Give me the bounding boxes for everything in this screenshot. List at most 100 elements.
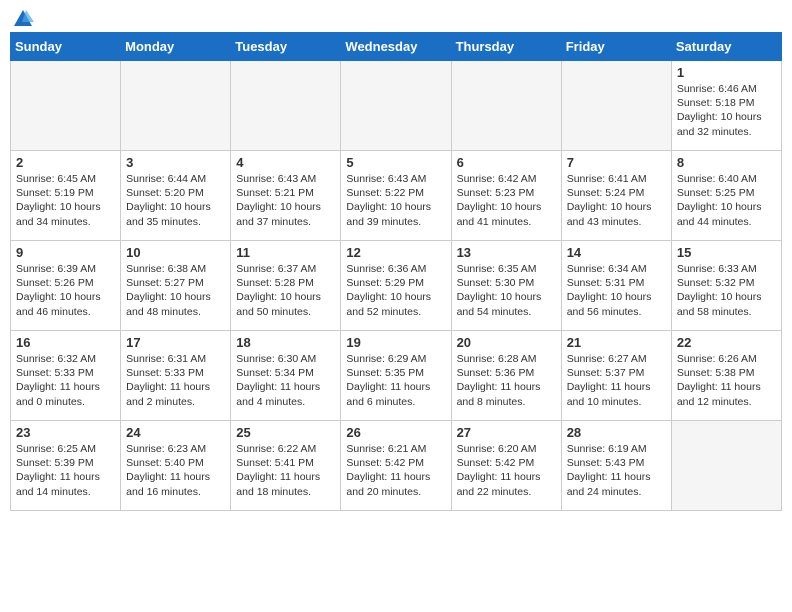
day-number: 12 bbox=[346, 245, 445, 260]
calendar-cell: 7 Sunrise: 6:41 AM Sunset: 5:24 PM Daylig… bbox=[561, 151, 671, 241]
day-info: Sunrise: 6:36 AM Sunset: 5:29 PM Dayligh… bbox=[346, 262, 445, 319]
day-number: 17 bbox=[126, 335, 225, 350]
day-info: Sunrise: 6:20 AM Sunset: 5:42 PM Dayligh… bbox=[457, 442, 556, 499]
day-number: 24 bbox=[126, 425, 225, 440]
weekday-header-saturday: Saturday bbox=[671, 33, 781, 61]
weekday-header-thursday: Thursday bbox=[451, 33, 561, 61]
calendar-cell: 17 Sunrise: 6:31 AM Sunset: 5:33 PM Dayli… bbox=[121, 331, 231, 421]
calendar-cell: 19 Sunrise: 6:29 AM Sunset: 5:35 PM Dayli… bbox=[341, 331, 451, 421]
day-info: Sunrise: 6:40 AM Sunset: 5:25 PM Dayligh… bbox=[677, 172, 776, 229]
calendar-cell bbox=[671, 421, 781, 511]
calendar-cell bbox=[341, 61, 451, 151]
day-info: Sunrise: 6:37 AM Sunset: 5:28 PM Dayligh… bbox=[236, 262, 335, 319]
day-info: Sunrise: 6:31 AM Sunset: 5:33 PM Dayligh… bbox=[126, 352, 225, 409]
day-number: 9 bbox=[16, 245, 115, 260]
day-info: Sunrise: 6:25 AM Sunset: 5:39 PM Dayligh… bbox=[16, 442, 115, 499]
logo-icon bbox=[12, 8, 34, 30]
day-number: 7 bbox=[567, 155, 666, 170]
calendar-cell: 5Sunrise: 6:43 AM Sunset: 5:22 PM Daylig… bbox=[341, 151, 451, 241]
day-number: 16 bbox=[16, 335, 115, 350]
calendar-cell: 20 Sunrise: 6:28 AM Sunset: 5:36 PM Dayli… bbox=[451, 331, 561, 421]
calendar-cell: 3 Sunrise: 6:44 AM Sunset: 5:20 PM Daylig… bbox=[121, 151, 231, 241]
day-info: Sunrise: 6:19 AM Sunset: 5:43 PM Dayligh… bbox=[567, 442, 666, 499]
calendar-cell bbox=[451, 61, 561, 151]
calendar-week-3: 16 Sunrise: 6:32 AM Sunset: 5:33 PM Dayli… bbox=[11, 331, 782, 421]
day-info: Sunrise: 6:41 AM Sunset: 5:24 PM Dayligh… bbox=[567, 172, 666, 229]
day-number: 19 bbox=[346, 335, 445, 350]
logo bbox=[10, 10, 34, 24]
day-number: 28 bbox=[567, 425, 666, 440]
weekday-header-monday: Monday bbox=[121, 33, 231, 61]
day-number: 22 bbox=[677, 335, 776, 350]
calendar-cell: 11 Sunrise: 6:37 AM Sunset: 5:28 PM Dayli… bbox=[231, 241, 341, 331]
calendar-cell: 13Sunrise: 6:35 AM Sunset: 5:30 PM Dayli… bbox=[451, 241, 561, 331]
day-info: Sunrise: 6:29 AM Sunset: 5:35 PM Dayligh… bbox=[346, 352, 445, 409]
calendar-cell: 18 Sunrise: 6:30 AM Sunset: 5:34 PM Dayli… bbox=[231, 331, 341, 421]
day-info: Sunrise: 6:28 AM Sunset: 5:36 PM Dayligh… bbox=[457, 352, 556, 409]
day-info: Sunrise: 6:21 AM Sunset: 5:42 PM Dayligh… bbox=[346, 442, 445, 499]
calendar-cell: 16 Sunrise: 6:32 AM Sunset: 5:33 PM Dayli… bbox=[11, 331, 121, 421]
day-number: 3 bbox=[126, 155, 225, 170]
day-info: Sunrise: 6:33 AM Sunset: 5:32 PM Dayligh… bbox=[677, 262, 776, 319]
day-number: 15 bbox=[677, 245, 776, 260]
calendar-cell: 2 Sunrise: 6:45 AM Sunset: 5:19 PM Daylig… bbox=[11, 151, 121, 241]
day-number: 14 bbox=[567, 245, 666, 260]
calendar-cell: 6 Sunrise: 6:42 AM Sunset: 5:23 PM Daylig… bbox=[451, 151, 561, 241]
calendar-cell bbox=[11, 61, 121, 151]
calendar-cell: 15 Sunrise: 6:33 AM Sunset: 5:32 PM Dayli… bbox=[671, 241, 781, 331]
day-info: Sunrise: 6:34 AM Sunset: 5:31 PM Dayligh… bbox=[567, 262, 666, 319]
day-number: 1 bbox=[677, 65, 776, 80]
day-number: 6 bbox=[457, 155, 556, 170]
day-info: Sunrise: 6:22 AM Sunset: 5:41 PM Dayligh… bbox=[236, 442, 335, 499]
calendar-cell: 26 Sunrise: 6:21 AM Sunset: 5:42 PM Dayli… bbox=[341, 421, 451, 511]
day-info: Sunrise: 6:45 AM Sunset: 5:19 PM Dayligh… bbox=[16, 172, 115, 229]
day-info: Sunrise: 6:38 AM Sunset: 5:27 PM Dayligh… bbox=[126, 262, 225, 319]
day-number: 27 bbox=[457, 425, 556, 440]
weekday-header-row: SundayMondayTuesdayWednesdayThursdayFrid… bbox=[11, 33, 782, 61]
day-number: 26 bbox=[346, 425, 445, 440]
calendar-week-1: 2 Sunrise: 6:45 AM Sunset: 5:19 PM Daylig… bbox=[11, 151, 782, 241]
day-info: Sunrise: 6:27 AM Sunset: 5:37 PM Dayligh… bbox=[567, 352, 666, 409]
day-info: Sunrise: 6:23 AM Sunset: 5:40 PM Dayligh… bbox=[126, 442, 225, 499]
calendar-cell: 9 Sunrise: 6:39 AM Sunset: 5:26 PM Daylig… bbox=[11, 241, 121, 331]
calendar-cell: 27 Sunrise: 6:20 AM Sunset: 5:42 PM Dayli… bbox=[451, 421, 561, 511]
calendar-table: SundayMondayTuesdayWednesdayThursdayFrid… bbox=[10, 32, 782, 511]
weekday-header-wednesday: Wednesday bbox=[341, 33, 451, 61]
day-number: 25 bbox=[236, 425, 335, 440]
calendar-cell: 8 Sunrise: 6:40 AM Sunset: 5:25 PM Daylig… bbox=[671, 151, 781, 241]
day-number: 20 bbox=[457, 335, 556, 350]
calendar-cell: 10 Sunrise: 6:38 AM Sunset: 5:27 PM Dayli… bbox=[121, 241, 231, 331]
day-info: Sunrise: 6:26 AM Sunset: 5:38 PM Dayligh… bbox=[677, 352, 776, 409]
calendar-cell: 4 Sunrise: 6:43 AM Sunset: 5:21 PM Daylig… bbox=[231, 151, 341, 241]
day-info: Sunrise: 6:43 AM Sunset: 5:22 PM Dayligh… bbox=[346, 172, 445, 229]
day-info: Sunrise: 6:32 AM Sunset: 5:33 PM Dayligh… bbox=[16, 352, 115, 409]
calendar-cell bbox=[561, 61, 671, 151]
day-info: Sunrise: 6:44 AM Sunset: 5:20 PM Dayligh… bbox=[126, 172, 225, 229]
calendar-cell: 28 Sunrise: 6:19 AM Sunset: 5:43 PM Dayli… bbox=[561, 421, 671, 511]
calendar-cell: 14 Sunrise: 6:34 AM Sunset: 5:31 PM Dayli… bbox=[561, 241, 671, 331]
day-number: 8 bbox=[677, 155, 776, 170]
day-number: 2 bbox=[16, 155, 115, 170]
calendar-cell: 1Sunrise: 6:46 AM Sunset: 5:18 PM Daylig… bbox=[671, 61, 781, 151]
day-info: Sunrise: 6:42 AM Sunset: 5:23 PM Dayligh… bbox=[457, 172, 556, 229]
weekday-header-sunday: Sunday bbox=[11, 33, 121, 61]
calendar-cell bbox=[121, 61, 231, 151]
calendar-week-0: 1Sunrise: 6:46 AM Sunset: 5:18 PM Daylig… bbox=[11, 61, 782, 151]
calendar-cell: 23 Sunrise: 6:25 AM Sunset: 5:39 PM Dayli… bbox=[11, 421, 121, 511]
calendar-cell: 21Sunrise: 6:27 AM Sunset: 5:37 PM Dayli… bbox=[561, 331, 671, 421]
day-number: 23 bbox=[16, 425, 115, 440]
day-number: 4 bbox=[236, 155, 335, 170]
calendar-cell: 25 Sunrise: 6:22 AM Sunset: 5:41 PM Dayli… bbox=[231, 421, 341, 511]
page-header bbox=[10, 10, 782, 24]
calendar-cell: 22 Sunrise: 6:26 AM Sunset: 5:38 PM Dayli… bbox=[671, 331, 781, 421]
weekday-header-tuesday: Tuesday bbox=[231, 33, 341, 61]
day-number: 13 bbox=[457, 245, 556, 260]
day-info: Sunrise: 6:39 AM Sunset: 5:26 PM Dayligh… bbox=[16, 262, 115, 319]
day-number: 18 bbox=[236, 335, 335, 350]
day-info: Sunrise: 6:30 AM Sunset: 5:34 PM Dayligh… bbox=[236, 352, 335, 409]
weekday-header-friday: Friday bbox=[561, 33, 671, 61]
day-number: 11 bbox=[236, 245, 335, 260]
calendar-week-4: 23 Sunrise: 6:25 AM Sunset: 5:39 PM Dayli… bbox=[11, 421, 782, 511]
day-info: Sunrise: 6:43 AM Sunset: 5:21 PM Dayligh… bbox=[236, 172, 335, 229]
day-number: 10 bbox=[126, 245, 225, 260]
